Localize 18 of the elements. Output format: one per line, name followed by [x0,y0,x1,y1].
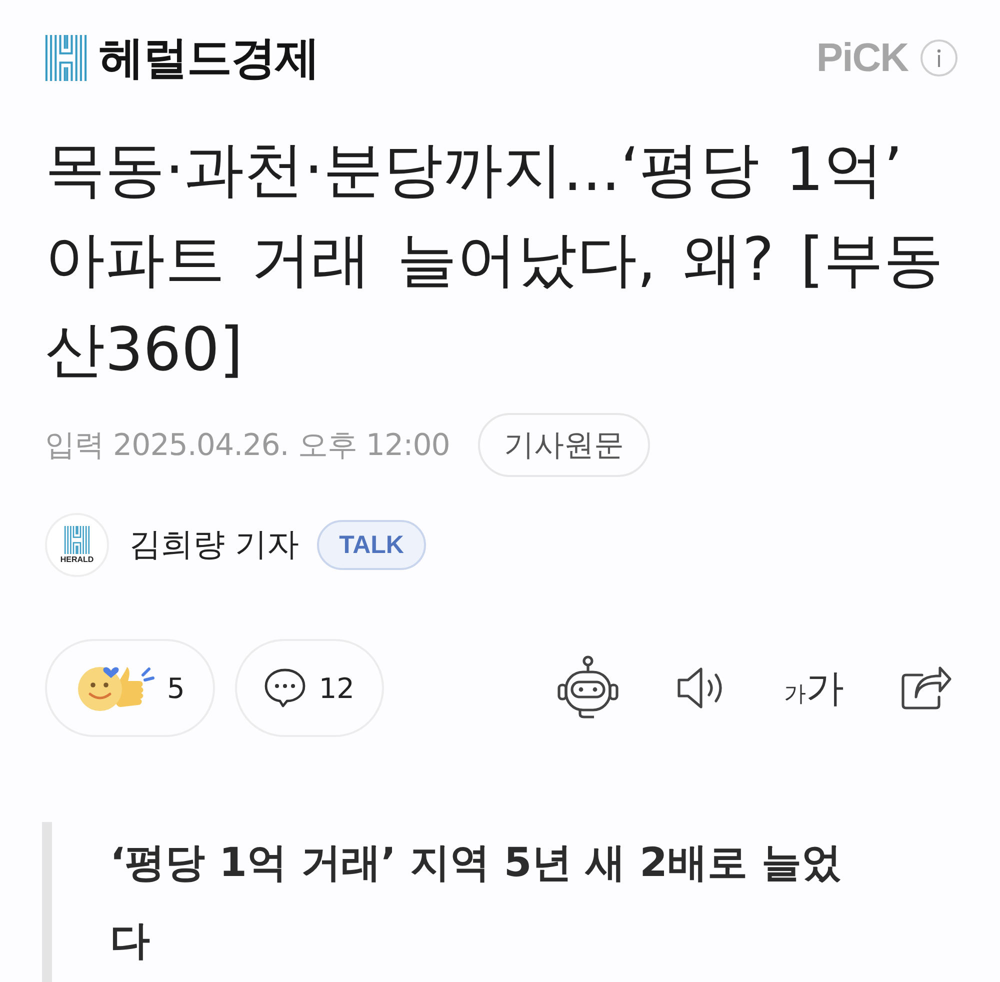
share-icon[interactable] [900,665,952,711]
robot-icon[interactable] [556,655,620,721]
logo-icon [64,526,90,554]
brand-name: 헤럴드경제 [99,30,319,86]
original-article-button[interactable]: 기사원문 [478,413,650,477]
logo-icon [45,35,87,81]
comment-button[interactable]: 12 [234,639,384,737]
publish-date: 입력 2025.04.26. 오후 12:00 [45,426,450,464]
author-name[interactable]: 김희량 기자 [129,523,300,567]
pick-label: PiCK [816,36,908,80]
talk-button[interactable]: TALK [317,520,426,570]
article-headline: 목동·과천·분당까지...‘평당 1억’ 아파트 거래 늘어났다, 왜? [부동산360] [45,134,945,387]
info-icon[interactable] [920,39,958,77]
reaction-button[interactable]: 5 [45,639,215,737]
text-size-button[interactable]: 가가 [784,662,844,714]
avatar-label: HERALD [60,555,94,564]
article-subheading: ‘평당 1억 거래’ 지역 5년 새 2배로 늘었다 [42,822,850,982]
speech-bubble-icon [262,667,307,709]
